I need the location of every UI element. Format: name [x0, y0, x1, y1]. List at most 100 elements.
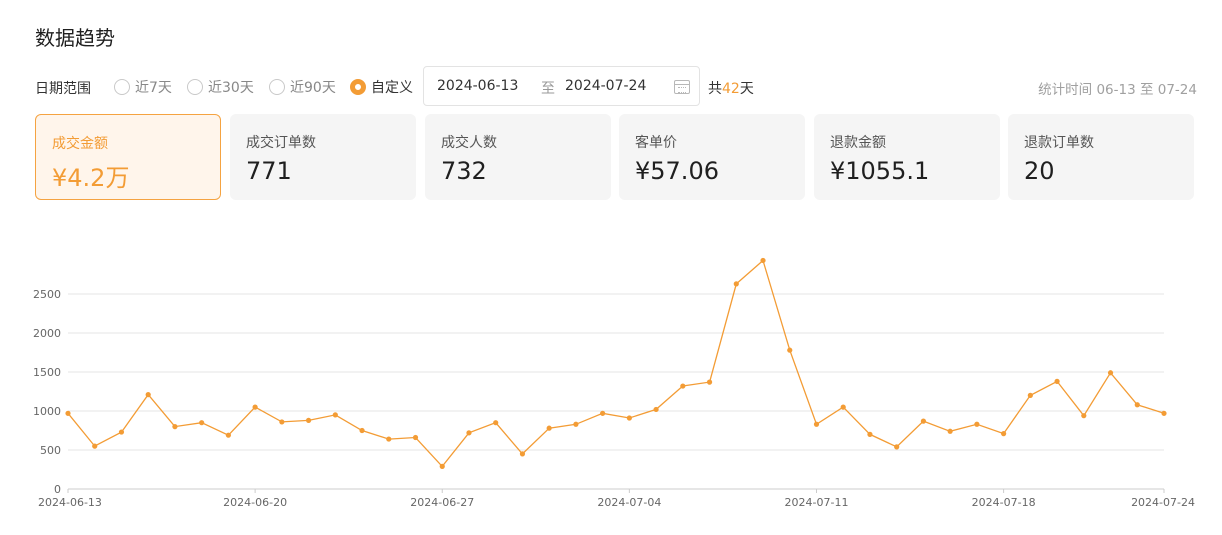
x-tick-label: 2024-06-27	[410, 496, 474, 509]
metric-value: 20	[1024, 157, 1055, 185]
data-point	[680, 383, 686, 389]
metric-card-avg-order-value[interactable]: 客单价 ¥57.06	[619, 114, 805, 200]
data-point	[840, 404, 846, 410]
data-point	[172, 424, 178, 430]
data-point	[519, 451, 526, 457]
metric-card-order-count[interactable]: 成交订单数 771	[230, 114, 416, 200]
radio-checked-icon	[350, 79, 366, 95]
start-date-input[interactable]: 2024-06-13	[437, 78, 518, 94]
days-count: 42	[722, 81, 740, 97]
y-tick-label: 500	[40, 444, 61, 457]
data-point	[1134, 402, 1140, 408]
x-tick-label: 2024-07-04	[597, 496, 661, 509]
calendar-icon[interactable]	[674, 80, 690, 94]
data-point	[1054, 378, 1060, 384]
data-point	[947, 428, 953, 434]
radio-circle-icon	[114, 79, 130, 95]
data-point	[787, 347, 793, 353]
radio-circle-icon	[187, 79, 203, 95]
data-point	[225, 432, 231, 438]
x-tick-label: 2024-07-18	[972, 496, 1036, 509]
y-tick-label: 2500	[33, 288, 61, 301]
metric-label: 成交人数	[441, 135, 497, 151]
data-point	[760, 257, 766, 264]
data-point	[1081, 413, 1087, 419]
data-point	[600, 410, 606, 416]
date-separator: 至	[541, 81, 555, 97]
data-point	[1027, 392, 1033, 398]
y-tick-label: 0	[54, 483, 61, 496]
data-point	[466, 430, 472, 436]
metric-label: 成交订单数	[246, 135, 316, 151]
radio-last-90-days[interactable]: 近90天	[269, 77, 336, 97]
x-tick-label: 2024-07-11	[785, 496, 849, 509]
metric-value: 732	[441, 157, 487, 185]
data-point	[974, 421, 980, 427]
radio-label: 自定义	[371, 80, 413, 96]
metric-cards: 成交金额 ¥4.2万 成交订单数 771 成交人数 732 客单价 ¥57.06…	[35, 114, 1195, 200]
days-suffix: 天	[739, 81, 754, 97]
radio-last-7-days[interactable]: 近7天	[114, 77, 172, 97]
radio-label: 近7天	[135, 80, 172, 96]
radio-last-30-days[interactable]: 近30天	[187, 77, 254, 97]
data-point	[920, 418, 927, 424]
radio-label: 近90天	[290, 80, 336, 96]
radio-custom[interactable]: 自定义	[350, 77, 413, 97]
x-tick-label: 2024-06-13	[38, 496, 102, 509]
data-point	[573, 421, 579, 427]
data-point	[332, 412, 338, 418]
metric-label: 成交金额	[52, 136, 108, 152]
data-point	[626, 415, 632, 421]
data-point	[412, 434, 419, 441]
radio-circle-icon	[269, 79, 285, 95]
metric-value: 771	[246, 157, 292, 185]
metric-card-buyer-count[interactable]: 成交人数 732	[425, 114, 611, 200]
metric-label: 客单价	[635, 135, 677, 151]
page-title: 数据趋势	[35, 26, 115, 50]
metric-label: 退款金额	[830, 135, 886, 151]
data-point	[92, 443, 98, 449]
data-point	[653, 406, 659, 413]
date-range-label: 日期范围	[35, 81, 91, 97]
y-tick-label: 1000	[33, 405, 61, 418]
data-point	[359, 427, 365, 434]
metric-value: ¥1055.1	[830, 157, 930, 185]
data-point	[118, 429, 125, 435]
x-tick-label: 2024-06-20	[223, 496, 287, 509]
date-filter-bar: 日期范围 近7天 近30天 近90天 自定义 2024-06-13 至 2024…	[35, 66, 1197, 108]
data-point	[1001, 431, 1007, 437]
date-range-picker[interactable]: 2024-06-13 至 2024-07-24	[423, 66, 700, 106]
data-point	[386, 436, 392, 442]
data-point	[1107, 370, 1114, 376]
data-point	[1161, 410, 1167, 416]
data-point	[894, 444, 900, 450]
end-date-input[interactable]: 2024-07-24	[565, 78, 646, 94]
data-point	[813, 421, 820, 427]
metric-card-refund-orders[interactable]: 退款订单数 20	[1008, 114, 1194, 200]
series-line	[67, 259, 1165, 468]
metric-card-sales-amount[interactable]: 成交金额 ¥4.2万	[35, 114, 221, 200]
data-point	[493, 420, 499, 426]
days-prefix: 共	[708, 81, 722, 97]
data-point	[199, 420, 205, 426]
stat-time-text: 统计时间 06-13 至 07-24	[1038, 82, 1197, 98]
x-tick-label: 2024-07-24	[1131, 496, 1195, 509]
metric-label: 退款订单数	[1024, 135, 1094, 151]
y-tick-label: 1500	[33, 366, 61, 379]
metric-card-refund-amount[interactable]: 退款金额 ¥1055.1	[814, 114, 1000, 200]
data-point	[733, 281, 739, 287]
radio-label: 近30天	[208, 80, 254, 96]
data-point	[867, 431, 873, 437]
data-point	[145, 392, 151, 398]
data-point	[439, 463, 445, 469]
data-point	[252, 404, 258, 410]
metric-value: ¥4.2万	[52, 164, 130, 192]
data-point	[305, 417, 312, 423]
metric-value: ¥57.06	[635, 157, 719, 185]
data-point	[706, 379, 713, 385]
data-point	[546, 425, 552, 431]
data-point	[279, 419, 285, 425]
data-point	[65, 410, 71, 416]
y-tick-label: 2000	[33, 327, 61, 340]
trend-line-chart: 0 500 1000 1500 2000 2500 2024-06-13 2024-06-20…	[33, 257, 1195, 509]
